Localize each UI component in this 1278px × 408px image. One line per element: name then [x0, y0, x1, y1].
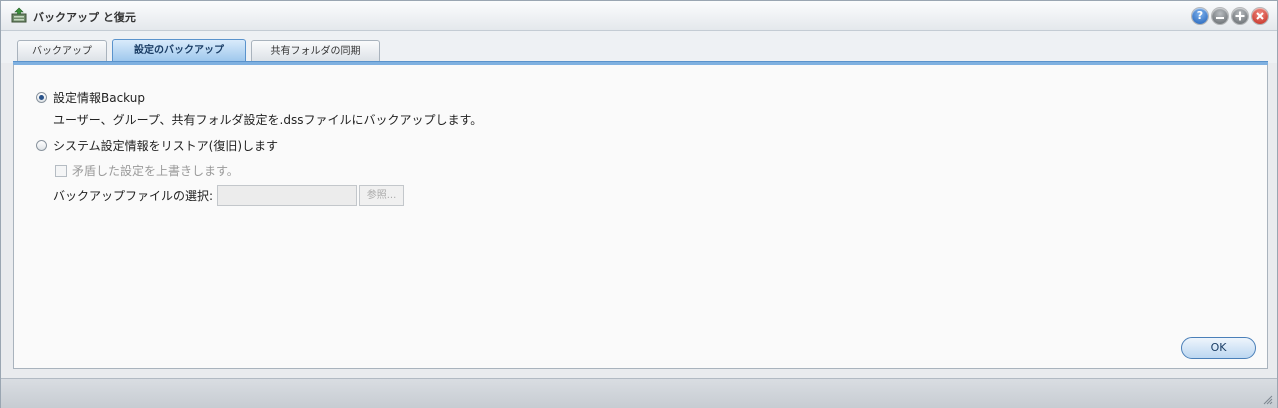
- close-icon[interactable]: [1252, 8, 1268, 24]
- backup-restore-app-icon: [11, 7, 27, 23]
- browse-button[interactable]: 参照...: [359, 185, 404, 206]
- resize-grip-icon[interactable]: [1263, 395, 1273, 405]
- maximize-icon[interactable]: [1232, 8, 1248, 24]
- ok-button[interactable]: OK: [1181, 337, 1256, 359]
- settings-backup-panel: 設定情報Backup ユーザー、グループ、共有フォルダ設定を.dssファイルにバ…: [13, 65, 1268, 369]
- tab-shared-folder-sync[interactable]: 共有フォルダの同期: [251, 40, 380, 61]
- restore-option-label[interactable]: システム設定情報をリストア(復旧)します: [53, 137, 278, 154]
- help-icon[interactable]: ?: [1192, 8, 1208, 24]
- overwrite-label: 矛盾した設定を上書きします。: [72, 164, 239, 178]
- backup-radio[interactable]: [36, 92, 47, 103]
- backup-description: ユーザー、グループ、共有フォルダ設定を.dssファイルにバックアップします。: [53, 113, 483, 127]
- backup-restore-window: バックアップ と復元 ? バックアップ 設定のバックアップ 共有フォルダの同期 …: [0, 0, 1278, 408]
- file-select-label: バックアップファイルの選択:: [53, 189, 214, 203]
- window-title: バックアップ と復元: [33, 11, 136, 24]
- backup-option-label[interactable]: 設定情報Backup: [53, 89, 145, 106]
- overwrite-checkbox[interactable]: [55, 165, 67, 177]
- title-bar[interactable]: バックアップ と復元 ?: [1, 1, 1277, 31]
- minimize-icon[interactable]: [1212, 8, 1228, 24]
- status-bar: [1, 378, 1277, 408]
- tab-strip: バックアップ 設定のバックアップ 共有フォルダの同期: [1, 31, 1277, 63]
- backup-file-input[interactable]: [217, 185, 357, 206]
- restore-radio[interactable]: [36, 140, 47, 151]
- tab-settings-backup[interactable]: 設定のバックアップ: [112, 39, 246, 62]
- tab-backup[interactable]: バックアップ: [17, 40, 107, 61]
